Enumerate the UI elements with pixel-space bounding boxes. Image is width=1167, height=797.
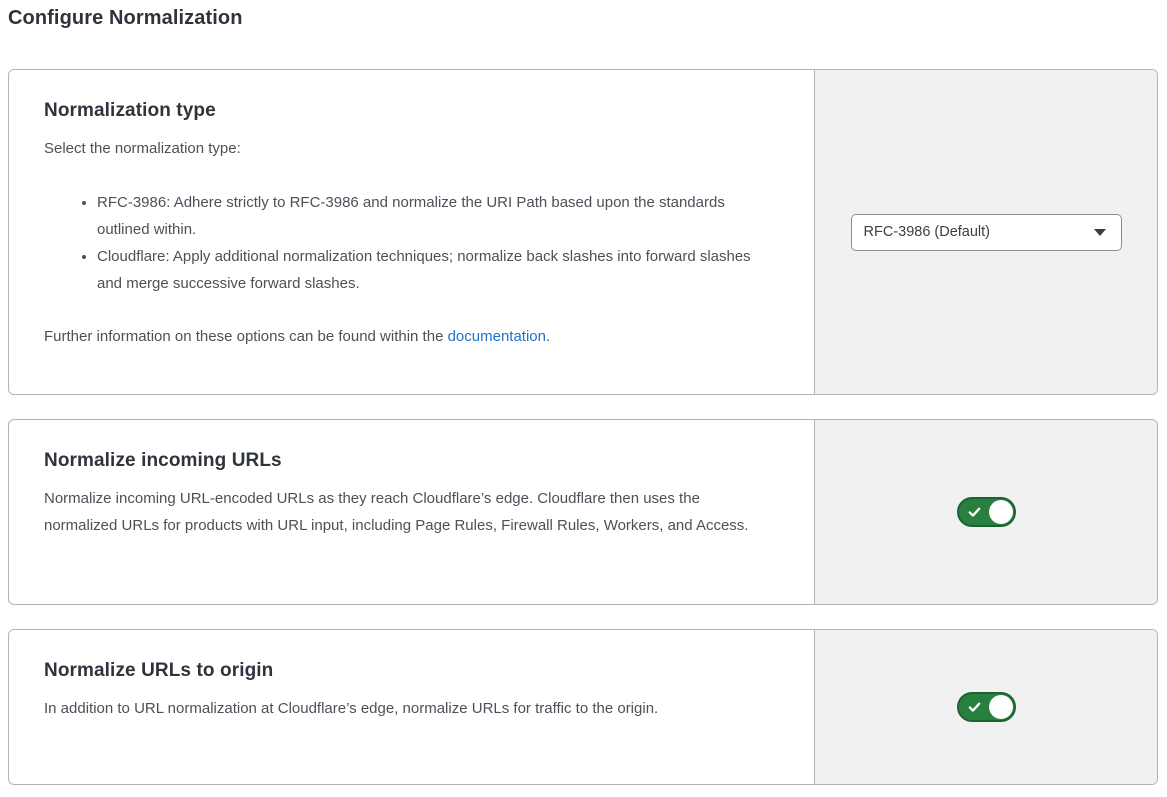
normalization-type-options-list: RFC-3986: Adhere strictly to RFC-3986 an… <box>44 189 774 297</box>
normalization-type-intro: Select the normalization type: <box>44 135 774 162</box>
caret-down-icon <box>1094 229 1106 236</box>
normalize-urls-to-origin-heading: Normalize URLs to origin <box>44 660 774 682</box>
list-item-rfc3986: RFC-3986: Adhere strictly to RFC-3986 an… <box>97 189 762 243</box>
normalization-type-select[interactable]: RFC-3986 (Default) <box>851 214 1122 251</box>
toggle-knob <box>989 695 1013 719</box>
normalization-type-content: Normalization type Select the normalizat… <box>9 70 814 394</box>
footer-prefix: Further information on these options can… <box>44 328 448 345</box>
further-information-text: Further information on these options can… <box>44 323 774 350</box>
configure-normalization-page: Configure Normalization Normalization ty… <box>0 0 1167 797</box>
normalize-incoming-urls-card: Normalize incoming URLs Normalize incomi… <box>8 419 1158 605</box>
documentation-link[interactable]: documentation <box>448 328 546 345</box>
normalization-type-heading: Normalization type <box>44 100 774 122</box>
normalize-incoming-urls-heading: Normalize incoming URLs <box>44 450 774 472</box>
footer-suffix: . <box>546 328 550 345</box>
normalize-incoming-urls-toggle[interactable] <box>957 497 1016 527</box>
toggle-knob <box>989 500 1013 524</box>
select-value: RFC-3986 (Default) <box>864 224 991 240</box>
normalize-urls-to-origin-content: Normalize URLs to origin In addition to … <box>9 630 814 784</box>
normalize-urls-to-origin-control-panel <box>814 630 1157 784</box>
normalize-urls-to-origin-toggle[interactable] <box>957 692 1016 722</box>
normalization-type-card: Normalization type Select the normalizat… <box>8 69 1158 395</box>
normalize-urls-to-origin-card: Normalize URLs to origin In addition to … <box>8 629 1158 785</box>
normalize-incoming-urls-control-panel <box>814 420 1157 604</box>
list-item-cloudflare: Cloudflare: Apply additional normalizati… <box>97 243 762 297</box>
normalize-urls-to-origin-description: In addition to URL normalization at Clou… <box>44 695 749 722</box>
normalize-incoming-urls-content: Normalize incoming URLs Normalize incomi… <box>9 420 814 604</box>
normalization-type-control-panel: RFC-3986 (Default) <box>814 70 1157 394</box>
normalize-incoming-urls-description: Normalize incoming URL-encoded URLs as t… <box>44 485 774 539</box>
check-icon <box>967 700 982 715</box>
page-title: Configure Normalization <box>8 7 243 30</box>
check-icon <box>967 505 982 520</box>
